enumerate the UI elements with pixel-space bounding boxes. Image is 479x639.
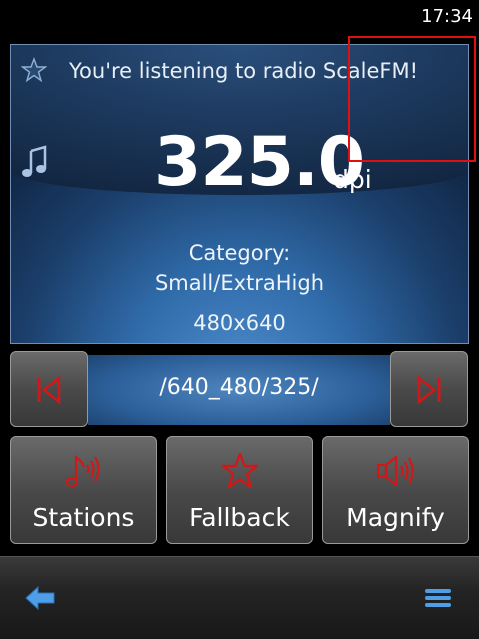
stations-label: Stations [32,503,135,532]
back-arrow-icon[interactable] [24,585,56,611]
skip-previous-icon [37,375,61,405]
radio-waves-icon [65,454,100,488]
magnify-button[interactable]: Magnify [322,436,469,544]
previous-station-button[interactable] [10,351,88,427]
fallback-label: Fallback [189,503,290,532]
bottom-toolbar [0,556,479,639]
highlight-annotation [348,36,476,162]
station-path: /640_480/325/ [159,375,319,400]
clock: 17:34 [421,6,473,27]
frequency-unit: dpi [333,165,372,194]
speaker-icon [376,455,414,487]
station-path-strip: /640_480/325/ [88,355,390,425]
menu-icon[interactable] [424,587,452,609]
star-icon[interactable] [21,57,47,83]
status-bar: 17:34 [0,0,479,36]
music-note-icon [22,145,47,177]
next-station-button[interactable] [390,351,468,427]
skip-next-icon [417,375,441,405]
category-label: Category: [188,241,291,265]
fallback-button[interactable]: Fallback [166,436,313,544]
category-value: Small/ExtraHigh [154,271,325,295]
star-icon [221,452,258,489]
magnify-label: Magnify [346,503,445,532]
resolution-value: 480x640 [193,311,286,335]
stations-button[interactable]: Stations [10,436,157,544]
